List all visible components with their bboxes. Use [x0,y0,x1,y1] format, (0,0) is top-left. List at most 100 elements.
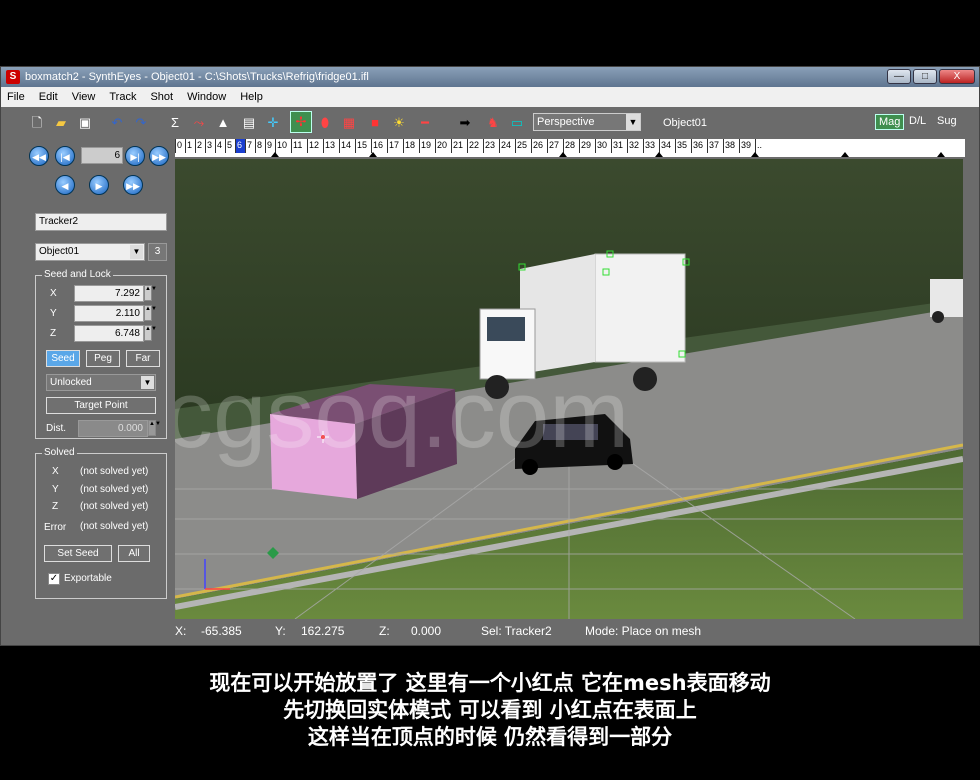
dist-spinner-icon[interactable]: ▲▼ [148,420,161,436]
tracker-name-field[interactable]: Tracker2 [35,213,167,231]
menu-window[interactable]: Window [187,87,226,107]
seed-z-field[interactable]: 6.748 [74,325,144,342]
light-icon[interactable]: ☀ [391,115,407,131]
timeline-frame[interactable]: 13 [323,139,339,153]
mesh-icon[interactable]: ▦ [341,115,357,131]
step-back-key-icon[interactable]: |◀ [55,146,75,166]
timeline-frame[interactable]: 4 [215,139,225,153]
timeline-frame[interactable]: 33 [643,139,659,153]
timeline-frame[interactable]: 12 [307,139,323,153]
shot-icon[interactable]: ▤ [241,115,257,131]
move-tool-icon[interactable]: ✛ [265,115,281,131]
timeline-frame[interactable]: 14 [339,139,355,153]
pin-icon[interactable]: ⬮ [317,115,333,131]
timeline-frame[interactable]: 3 [205,139,215,153]
close-button[interactable]: X [939,69,975,84]
all-button[interactable]: All [118,545,150,562]
exportable-checkbox[interactable]: ✓ [48,573,60,585]
maximize-button[interactable]: □ [913,69,937,84]
z-spinner-icon[interactable]: ▲▼ [144,325,157,341]
redo-icon[interactable]: ↷ [133,115,149,131]
line-tool-icon[interactable]: ━ [417,115,433,131]
timeline-frame[interactable]: .. [755,139,771,153]
menu-file[interactable]: File [7,87,25,107]
seed-y-field[interactable]: 2.110 [74,305,144,322]
seed-x-field[interactable]: 7.292 [74,285,144,302]
play-reverse-icon[interactable]: ◀ [55,175,75,195]
peg-button[interactable]: Peg [86,350,120,367]
timeline-frame[interactable]: 7 [245,139,255,153]
object-count-badge[interactable]: 3 [148,243,167,261]
save-icon[interactable]: ▣ [77,115,93,131]
timeline-frame[interactable]: 19 [419,139,435,153]
timeline-frame[interactable]: 15 [355,139,371,153]
timeline-frame[interactable]: 20 [435,139,451,153]
object-select[interactable]: Object01 ▼ [35,243,145,261]
far-button[interactable]: Far [126,350,160,367]
target-point-button[interactable]: Target Point [46,397,156,414]
timeline-frame[interactable]: 39 [739,139,755,153]
menu-track[interactable]: Track [109,87,136,107]
minimize-button[interactable]: — [887,69,911,84]
timeline-frame[interactable]: 6 [235,139,245,153]
play-forward-icon[interactable]: ▶▶ [123,175,143,195]
menu-view[interactable]: View [72,87,96,107]
timeline-frame[interactable]: 31 [611,139,627,153]
sigma-icon[interactable]: Σ [167,115,183,131]
timeline-frame[interactable]: 25 [515,139,531,153]
camera-viewport[interactable]: cgsoq.com [175,159,963,619]
timeline-frame[interactable]: 32 [627,139,643,153]
timeline-frame[interactable]: 18 [403,139,419,153]
seed-button[interactable]: Seed [46,350,80,367]
menu-help[interactable]: Help [240,87,263,107]
step-forward-key-icon[interactable]: ▶| [125,146,145,166]
forward-end-icon[interactable]: ▶▶ [149,146,169,166]
lock-mode-select[interactable]: Unlocked ▼ [46,374,156,391]
timeline-frame[interactable]: 28 [563,139,579,153]
timeline-frame[interactable]: 35 [675,139,691,153]
new-file-icon[interactable]: 🗋 [29,115,45,131]
timeline-frame[interactable]: 26 [531,139,547,153]
view-mode-select[interactable]: Perspective ▼ [533,113,641,131]
frame-number-input[interactable]: 6 [81,147,123,164]
sug-button[interactable]: Sug [937,115,957,127]
timeline-frame[interactable]: 22 [467,139,483,153]
place-tool-icon[interactable]: ✢ [290,111,312,133]
set-seed-button[interactable]: Set Seed [44,545,112,562]
timeline-frame[interactable]: 1 [185,139,195,153]
monitor-icon[interactable]: ▭ [509,115,525,131]
timeline-frame[interactable]: 24 [499,139,515,153]
undo-icon[interactable]: ↶ [109,115,125,131]
rewind-start-icon[interactable]: ◀◀ [29,146,49,166]
timeline-frame[interactable]: 9 [265,139,275,153]
x-spinner-icon[interactable]: ▲▼ [144,285,157,301]
timeline-frame[interactable]: 17 [387,139,403,153]
arrow-right-icon[interactable]: ➡ [457,115,473,131]
timeline-frame[interactable]: 8 [255,139,265,153]
dist-field[interactable]: 0.000 [78,420,148,437]
timeline-frame[interactable]: 11 [291,139,307,153]
timeline-frame[interactable]: 0 [175,139,185,153]
timeline-frame[interactable]: 29 [579,139,595,153]
timeline-bar[interactable]: 0 1 2 3 4 5 6 7 8 9 10 11 12 13 14 15 16 17 18 19 20 21 22 23 24… [175,139,965,157]
timeline-frame[interactable]: 38 [723,139,739,153]
solver-icon[interactable]: ♞ [485,115,501,131]
timeline-frame[interactable]: 23 [483,139,499,153]
timeline-frame[interactable]: 21 [451,139,467,153]
cube-icon[interactable]: ■ [367,115,383,131]
mag-button[interactable]: Mag [875,114,905,130]
play-icon[interactable]: ▶ [89,175,109,195]
timeline-frame[interactable]: 37 [707,139,723,153]
dl-button[interactable]: D/L [909,115,926,127]
timeline-frame[interactable]: 34 [659,139,675,153]
timeline-frame[interactable]: 27 [547,139,563,153]
y-spinner-icon[interactable]: ▲▼ [144,305,157,321]
timeline-frame[interactable]: 5 [225,139,235,153]
camera-icon[interactable]: ▲ [215,115,231,131]
timeline-frame[interactable]: 2 [195,139,205,153]
tracker-tool-icon[interactable]: ⤳ [191,115,207,131]
open-folder-icon[interactable]: ▰ [53,115,69,131]
menu-shot[interactable]: Shot [150,87,173,107]
timeline-frame[interactable]: 10 [275,139,291,153]
timeline-frame[interactable]: 30 [595,139,611,153]
